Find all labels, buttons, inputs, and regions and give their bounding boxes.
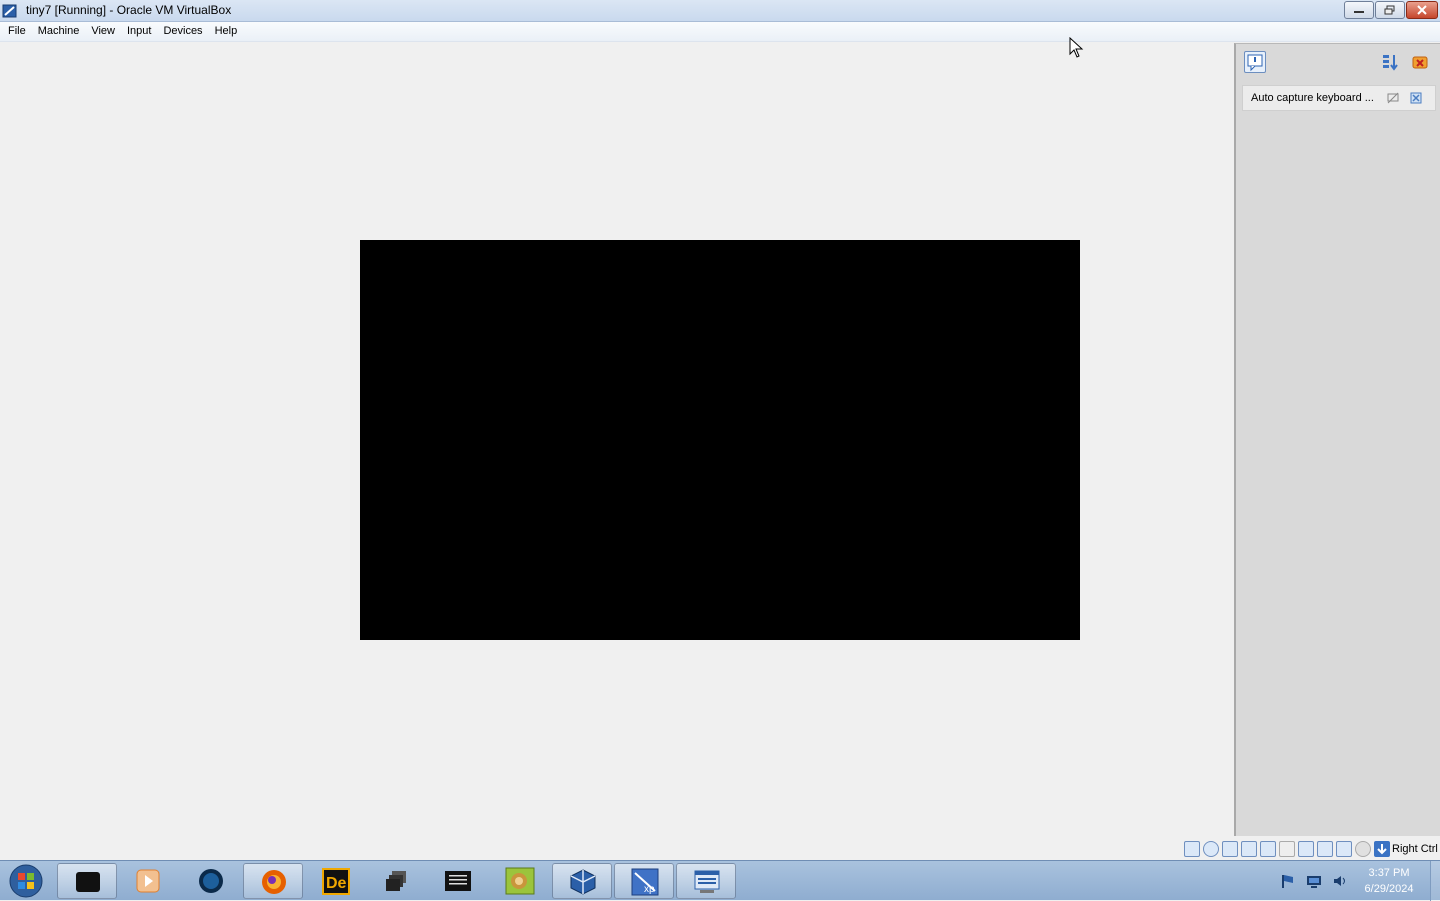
restore-button[interactable] <box>1375 1 1405 19</box>
volume-icon[interactable] <box>1332 873 1348 889</box>
action-center-flag-icon[interactable] <box>1280 873 1296 889</box>
show-desktop-button[interactable] <box>1430 861 1440 901</box>
lion-box-icon <box>505 867 535 895</box>
virtualbox-app-icon[interactable] <box>2 3 18 19</box>
stacked-windows-icon <box>386 871 406 891</box>
terminal-box-icon <box>76 872 100 892</box>
xp-vm-icon: xp <box>631 868 659 896</box>
sort-icon <box>1383 55 1398 71</box>
clear-all-icon <box>1412 56 1428 69</box>
svg-text:De: De <box>326 875 347 892</box>
network-icon[interactable] <box>1241 841 1257 857</box>
shared-folders-icon[interactable] <box>1279 841 1295 857</box>
virtualization-icon[interactable] <box>1336 841 1352 857</box>
notification-toggle-button[interactable] <box>1244 51 1266 73</box>
notification-clear-all-button[interactable] <box>1410 52 1432 74</box>
clock-date: 6/29/2024 <box>1364 883 1414 895</box>
virtualbox-icon <box>570 869 596 895</box>
notification-message: Auto capture keyboard ... <box>1251 92 1374 104</box>
minimize-button[interactable] <box>1344 1 1374 19</box>
globe-app-icon <box>199 869 223 893</box>
display-icon[interactable] <box>1298 841 1314 857</box>
taskbar: De xp 3:37 PM 6/29/2024 <box>0 860 1440 901</box>
taskbar-de-app[interactable]: De <box>305 863 365 899</box>
host-key-arrow-icon <box>1374 841 1390 857</box>
clock[interactable]: 3:37 PM 6/29/2024 <box>1356 865 1422 897</box>
host-key-indicator[interactable]: Right Ctrl <box>1374 841 1438 857</box>
optical-drive-icon[interactable] <box>1203 841 1219 857</box>
usb-icon[interactable] <box>1260 841 1276 857</box>
notification-sort-button[interactable] <box>1380 52 1402 74</box>
taskbar-firefox[interactable] <box>243 863 303 899</box>
title-bar[interactable]: tiny7 [Running] - Oracle VM VirtualBox <box>0 0 1440 22</box>
taskbar-console[interactable] <box>428 863 488 899</box>
menu-machine[interactable]: Machine <box>32 22 86 42</box>
close-icon <box>1417 5 1427 15</box>
close-notification-icon[interactable] <box>1409 91 1423 105</box>
firefox-icon <box>262 870 286 894</box>
network-tray-icon[interactable] <box>1306 873 1322 889</box>
clock-time: 3:37 PM <box>1368 867 1410 879</box>
mouse-cursor-icon <box>1069 37 1084 58</box>
svg-text:xp: xp <box>644 884 655 895</box>
start-orb-icon[interactable] <box>6 863 46 899</box>
de-app-icon: De <box>322 868 350 895</box>
keyboard-window-icon <box>694 870 720 893</box>
notification-center: Auto capture keyboard ... <box>1234 43 1440 836</box>
restore-icon <box>1384 5 1395 15</box>
suppress-message-icon[interactable] <box>1386 91 1400 105</box>
vm-display-area[interactable] <box>0 42 1233 838</box>
console-icon <box>445 871 471 891</box>
host-key-label: Right Ctrl <box>1392 843 1438 855</box>
menu-file[interactable]: File <box>2 22 32 42</box>
hard-disk-icon[interactable] <box>1184 841 1200 857</box>
window-title: tiny7 [Running] - Oracle VM VirtualBox <box>26 3 232 17</box>
vm-screen[interactable] <box>360 240 1080 640</box>
minimize-icon <box>1354 11 1364 13</box>
taskbar-media-player[interactable] <box>118 863 178 899</box>
menu-bar: File Machine View Input Devices Help <box>0 22 1440 42</box>
notification-item[interactable]: Auto capture keyboard ... <box>1242 85 1436 111</box>
menu-devices[interactable]: Devices <box>157 22 208 42</box>
audio-icon[interactable] <box>1222 841 1238 857</box>
message-icon <box>1247 54 1263 72</box>
mouse-integration-icon[interactable] <box>1355 841 1371 857</box>
taskbar-xp-vm[interactable]: xp <box>614 863 674 899</box>
taskbar-stacked-windows[interactable] <box>366 863 426 899</box>
status-bar: Right Ctrl <box>0 838 1440 860</box>
taskbar-virtualbox[interactable] <box>552 863 612 899</box>
close-button[interactable] <box>1406 1 1438 19</box>
video-capture-icon[interactable] <box>1317 841 1333 857</box>
taskbar-terminal-box[interactable] <box>57 863 117 899</box>
system-tray <box>1280 873 1348 889</box>
menu-help[interactable]: Help <box>209 22 244 42</box>
menu-input[interactable]: Input <box>121 22 157 42</box>
media-player-icon <box>136 869 160 893</box>
taskbar-globe-app[interactable] <box>181 863 241 899</box>
taskbar-lion-box[interactable] <box>490 863 550 899</box>
menu-view[interactable]: View <box>85 22 121 42</box>
taskbar-keyboard-window[interactable] <box>676 863 736 899</box>
